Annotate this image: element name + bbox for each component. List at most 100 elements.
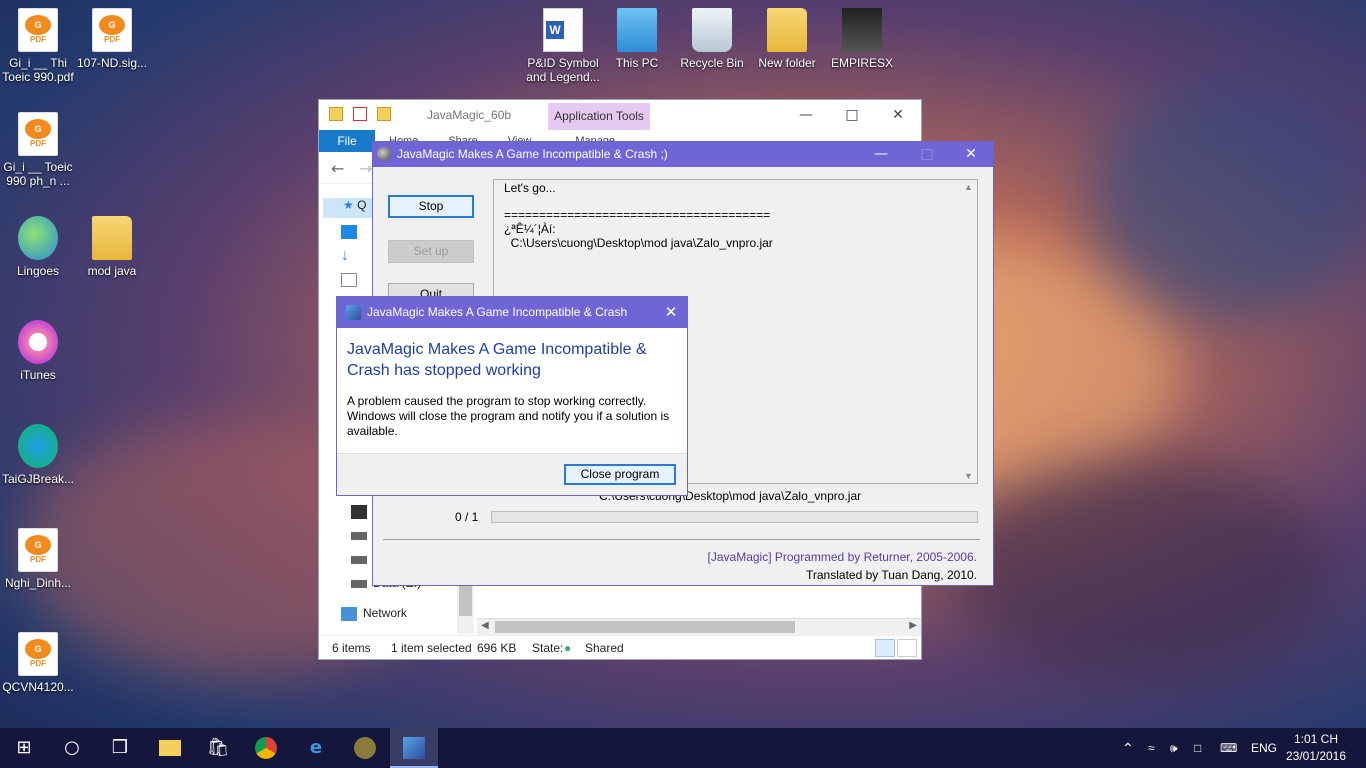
sidebar-item-label: Network: [363, 606, 408, 620]
itunes-icon: [18, 320, 58, 364]
desktop-icon-toeic-part[interactable]: G PDF Gi_i __ Toeic 990 ph_n ...: [0, 112, 76, 188]
maximize-button[interactable]: □: [829, 104, 875, 126]
details-view-button[interactable]: [875, 639, 895, 657]
status-bar: 6 items 1 item selected 696 KB State: ● …: [319, 635, 921, 659]
desktop-icon-taigj[interactable]: TaiGJBreak...: [0, 424, 76, 486]
forward-arrow-icon[interactable]: →: [359, 159, 372, 178]
desktop-icon-label: TaiGJBreak...: [1, 472, 75, 486]
selected-size: 696 KB: [477, 641, 517, 655]
task-view-icon[interactable]: ❒: [96, 728, 144, 768]
notification-icon[interactable]: □: [1194, 728, 1201, 768]
desktop-icon-pid-symbol[interactable]: W P&ID Symbol and Legend...: [524, 8, 602, 84]
back-arrow-icon[interactable]: ←: [331, 159, 344, 178]
recycle-bin-icon: [692, 8, 732, 52]
word-document-icon: W: [543, 8, 583, 52]
javamagic-title: JavaMagic Makes A Game Incompatible & Cr…: [397, 147, 668, 161]
desktop-icon-toeic-pdf[interactable]: G PDF Gi_i __ Thi Toeic 990.pdf: [0, 8, 76, 84]
new-folder-icon[interactable]: [377, 107, 391, 121]
javamagic-app-icon: [377, 147, 391, 161]
desktop-icon-label: New folder: [758, 56, 816, 70]
close-program-button[interactable]: Close program: [564, 464, 676, 485]
tab-file[interactable]: File: [319, 130, 375, 152]
close-button[interactable]: ✕: [875, 104, 921, 126]
desktop-icon-label: Lingoes: [16, 264, 60, 278]
javamagic-titlebar[interactable]: JavaMagic Makes A Game Incompatible & Cr…: [373, 142, 993, 167]
credit-programmed-by: [JavaMagic] Programmed by Returner, 2005…: [707, 550, 977, 564]
crash-message: A problem caused the program to stop wor…: [347, 394, 670, 438]
shared-icon: ●: [564, 641, 572, 655]
desktop-icon: [341, 224, 357, 239]
setup-button[interactable]: Set up: [388, 240, 474, 263]
desktop-icon-recycle-bin[interactable]: Recycle Bin: [674, 8, 750, 70]
pdf-icon: G PDF: [18, 112, 58, 156]
desktop-icon-qcvn[interactable]: G PDF QCVN4120...: [0, 632, 76, 694]
horizontal-scrollbar[interactable]: ◀ ▶: [477, 618, 921, 635]
chrome-icon[interactable]: [242, 728, 290, 768]
desktop-icon-label: Gi_i __ Thi Toeic 990.pdf: [2, 56, 74, 84]
maximize-button[interactable]: □: [904, 142, 950, 167]
selected-count: 1 item selected: [391, 641, 472, 655]
desktop-icon-lingoes[interactable]: Lingoes: [0, 216, 76, 278]
close-button[interactable]: ✕: [948, 142, 994, 167]
desktop-icon-mod-java[interactable]: mod java: [74, 216, 150, 278]
log-scrollbar[interactable]: ▲ ▼: [960, 180, 977, 483]
desktop-icon-itunes[interactable]: iTunes: [0, 320, 76, 382]
language-indicator[interactable]: ENG: [1251, 728, 1277, 768]
clock[interactable]: 1:01 CH 23/01/2016: [1280, 731, 1352, 765]
crash-dialog-titlebar[interactable]: JavaMagic Makes A Game Incompatible & Cr…: [337, 297, 687, 328]
explorer-title: JavaMagic_60b: [427, 108, 512, 122]
drive-icon: [351, 579, 367, 588]
javamagic-taskbar-icon[interactable]: [341, 728, 389, 768]
wifi-icon[interactable]: ≈: [1148, 728, 1155, 768]
file-explorer-icon[interactable]: [146, 728, 194, 768]
desktop-icon-label: EMPIRESX: [830, 56, 893, 70]
desktop-icon-label: P&ID Symbol and Legend...: [526, 56, 600, 84]
properties-icon[interactable]: [353, 107, 367, 121]
start-button[interactable]: ⊞: [0, 728, 48, 768]
document-icon: [341, 272, 357, 287]
desktop-icon-nghi-dinh[interactable]: G PDF Nghi_Dinh...: [0, 528, 76, 590]
store-icon[interactable]: 🛍: [194, 728, 242, 768]
chevron-up-icon[interactable]: ⌃: [1122, 728, 1134, 768]
folder-icon: [92, 216, 132, 260]
edge-icon[interactable]: e: [292, 728, 340, 768]
app-icon: [18, 424, 58, 468]
close-button[interactable]: ✕: [655, 297, 687, 328]
lingoes-icon: [18, 216, 58, 260]
volume-icon[interactable]: 🕪: [1170, 728, 1178, 768]
crash-taskbar-icon[interactable]: [390, 728, 438, 768]
drive-icon: [351, 531, 367, 540]
sidebar-item-network[interactable]: Network: [341, 606, 471, 626]
drive-icon: [351, 555, 367, 564]
computer-icon: [617, 8, 657, 52]
desktop-icon-label: mod java: [87, 264, 137, 278]
download-icon: ↓: [341, 246, 349, 264]
pdf-icon: G PDF: [18, 8, 58, 52]
clock-date: 23/01/2016: [1285, 749, 1347, 763]
stop-button[interactable]: Stop: [388, 195, 474, 218]
search-icon[interactable]: ○: [48, 728, 96, 768]
desktop-icon-this-pc[interactable]: This PC: [599, 8, 675, 70]
crash-dialog[interactable]: JavaMagic Makes A Game Incompatible & Cr…: [336, 296, 688, 496]
desktop-icon-label: 107-ND.sig...: [76, 56, 148, 70]
folder-icon[interactable]: [329, 107, 343, 121]
state-label: State:: [532, 641, 564, 655]
explorer-titlebar[interactable]: JavaMagic_60b Application Tools — □ ✕: [319, 100, 921, 130]
minimize-button[interactable]: —: [858, 142, 904, 167]
progress-bar: [491, 511, 978, 523]
desktop-icon-label: Recycle Bin: [680, 56, 744, 70]
wallpaper-blob: [950, 460, 1330, 680]
desktop-icon-label: Nghi_Dinh...: [4, 576, 72, 590]
minimize-button[interactable]: —: [783, 104, 829, 126]
quick-access-toolbar: [329, 107, 391, 121]
desktop-icon-new-folder[interactable]: New folder: [749, 8, 825, 70]
log-line: C:\Users\cuong\Desktop\mod java\Zalo_vnp…: [504, 236, 773, 250]
application-tools-tab[interactable]: Application Tools: [548, 103, 650, 130]
sidebar-item-quick-access[interactable]: ★ Q: [323, 198, 373, 218]
desktop-icon-nd-sig[interactable]: G PDF 107-ND.sig...: [74, 8, 150, 70]
desktop-icon-empiresx[interactable]: EMPIRESX: [824, 8, 900, 70]
keyboard-icon[interactable]: ⌨: [1220, 728, 1237, 768]
log-line: Let's go...: [504, 181, 556, 195]
large-icons-view-button[interactable]: [897, 639, 917, 657]
log-line: ¿ªÊ¼´¦Àí:: [504, 222, 556, 236]
